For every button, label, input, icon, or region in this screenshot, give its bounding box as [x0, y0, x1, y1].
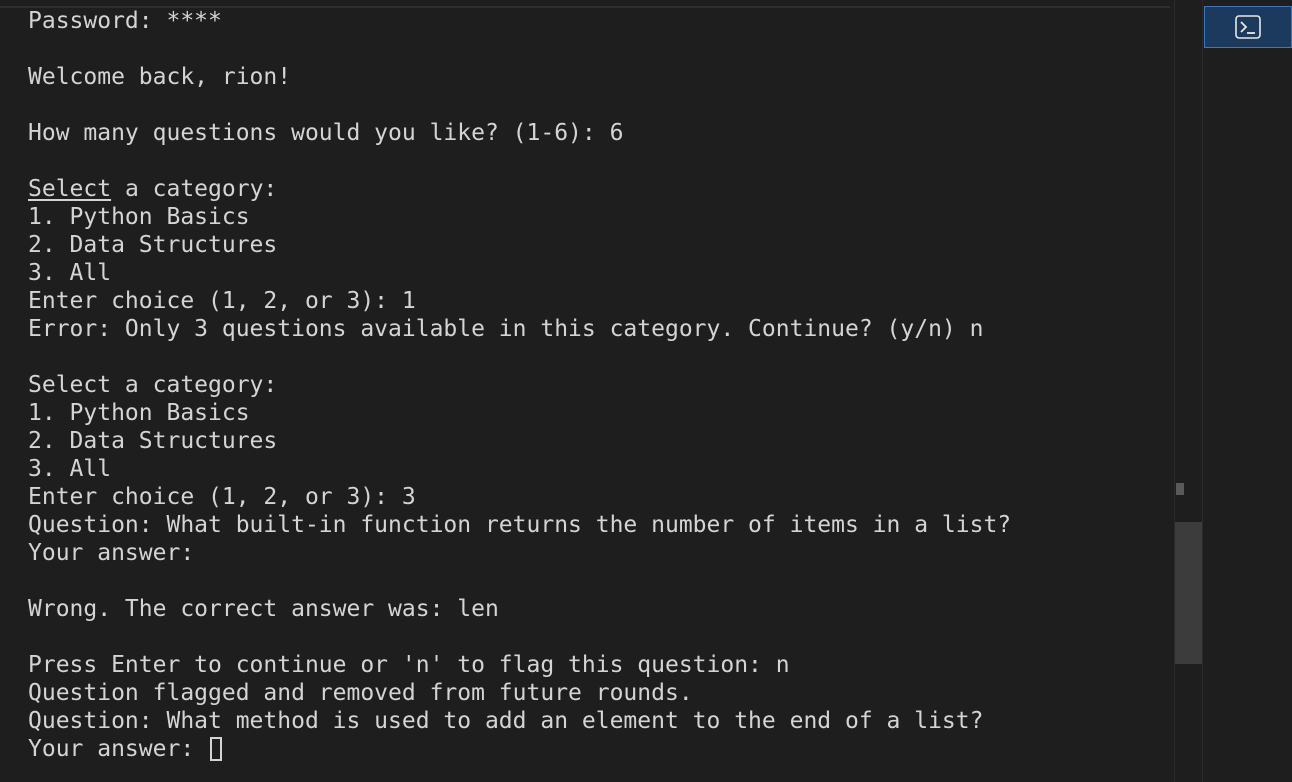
- terminal-line-text: Enter choice (1, 2, or 3): 1: [28, 288, 416, 314]
- terminal-line: Your answer:: [28, 735, 1011, 763]
- terminal-line: Enter choice (1, 2, or 3): 1: [28, 287, 1011, 315]
- terminal-panel[interactable]: Password: **** Welcome back, rion! How man…: [0, 0, 1174, 782]
- terminal-line-text: Select a category:: [28, 372, 278, 398]
- terminal-line: How many questions would you like? (1-6)…: [28, 119, 1011, 147]
- terminal-line: 1. Python Basics: [28, 399, 1011, 427]
- terminal-line-text: 1. Python Basics: [28, 400, 250, 426]
- terminal-line-text: Your answer:: [28, 736, 209, 762]
- underlined-word: Select: [28, 176, 112, 202]
- terminal-line: Question flagged and removed from future…: [28, 679, 1011, 707]
- terminal-line: Enter choice (1, 2, or 3): 3: [28, 483, 1011, 511]
- terminal-line: Error: Only 3 questions available in thi…: [28, 315, 1011, 343]
- terminal-line: Question: What method is used to add an …: [28, 707, 1011, 735]
- text-cursor[interactable]: [210, 737, 223, 761]
- terminal-line-text: Press Enter to continue or 'n' to flag t…: [28, 652, 790, 678]
- terminal-line-text: Wrong. The correct answer was: len: [28, 596, 499, 622]
- terminal-icon: [1235, 15, 1261, 39]
- terminal-scrollbar[interactable]: [1174, 0, 1202, 782]
- terminal-line-text: 3. All: [28, 260, 112, 286]
- terminal-line: Select a category:: [28, 175, 1011, 203]
- terminal-line: Question: What built-in function returns…: [28, 511, 1011, 539]
- terminal-line-text: 2. Data Structures: [28, 428, 278, 454]
- terminal-line: Welcome back, rion!: [28, 63, 1011, 91]
- scrollbar-marker: [1176, 483, 1184, 495]
- terminal-line: 2. Data Structures: [28, 231, 1011, 259]
- terminal-line-text: 2. Data Structures: [28, 232, 278, 258]
- terminal-line-text: Welcome back, rion!: [28, 64, 292, 90]
- terminal-line-text: 3. All: [28, 456, 112, 482]
- terminal-line-text: Error: Only 3 questions available in thi…: [28, 316, 984, 342]
- scrollbar-thumb[interactable]: [1175, 522, 1202, 664]
- terminal-output[interactable]: Password: **** Welcome back, rion! How man…: [28, 7, 1011, 763]
- terminal-line-text: 1. Python Basics: [28, 204, 250, 230]
- terminal-line: 1. Python Basics: [28, 203, 1011, 231]
- terminal-line: Select a category:: [28, 371, 1011, 399]
- terminal-tab[interactable]: [1204, 6, 1292, 48]
- terminal-line-text: a category:: [111, 176, 278, 202]
- terminal-line-text: Enter choice (1, 2, or 3): 3: [28, 484, 416, 510]
- terminal-line-text: Your answer:: [28, 540, 195, 566]
- terminal-line: Password: ****: [28, 7, 1011, 35]
- terminal-line-text: Password: ****: [28, 8, 222, 34]
- terminal-line: Wrong. The correct answer was: len: [28, 595, 1011, 623]
- terminal-line-text: Question flagged and removed from future…: [28, 680, 693, 706]
- terminal-line: 3. All: [28, 455, 1011, 483]
- terminal-line-text: How many questions would you like? (1-6)…: [28, 120, 624, 146]
- terminal-line: 2. Data Structures: [28, 427, 1011, 455]
- terminal-line: Your answer:: [28, 539, 1011, 567]
- terminal-line: Press Enter to continue or 'n' to flag t…: [28, 651, 1011, 679]
- terminal-line-text: Question: What method is used to add an …: [28, 708, 984, 734]
- terminal-line: 3. All: [28, 259, 1011, 287]
- terminal-line-text: Question: What built-in function returns…: [28, 512, 1012, 538]
- terminal-list-panel: [1202, 0, 1292, 782]
